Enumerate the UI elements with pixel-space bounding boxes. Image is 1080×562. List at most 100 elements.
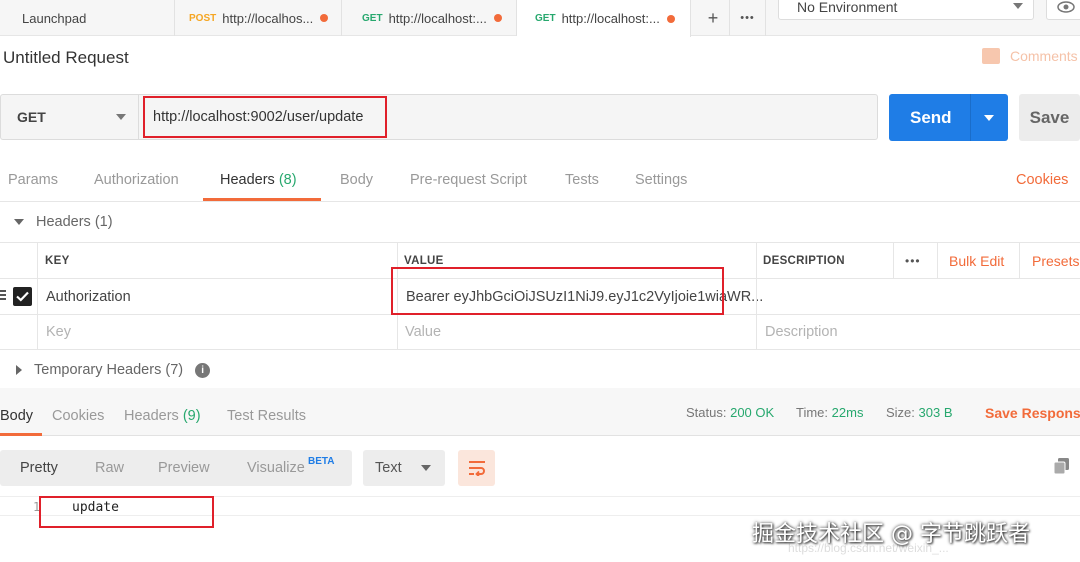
drag-handle-icon[interactable] xyxy=(0,290,6,301)
tab-headers[interactable]: Headers (8) xyxy=(220,172,297,188)
view-pretty[interactable]: Pretty xyxy=(20,460,58,476)
table-row-new: Key Value Description xyxy=(0,314,1080,350)
response-tab-headers[interactable]: Headers (9) xyxy=(124,408,201,424)
tab-label: Body xyxy=(0,408,34,424)
tab-body[interactable]: Body xyxy=(340,172,373,188)
view-visualize[interactable]: Visualize xyxy=(247,460,305,476)
method-value: GET xyxy=(17,109,46,125)
row-enabled-checkbox[interactable] xyxy=(13,279,32,314)
checkmark-icon xyxy=(13,287,32,306)
column-divider xyxy=(37,242,38,350)
tab-label: Params xyxy=(8,172,58,188)
info-icon[interactable]: i xyxy=(195,362,211,378)
bulk-edit-link[interactable]: Bulk Edit xyxy=(949,243,1004,278)
send-button[interactable]: Send xyxy=(889,94,1008,141)
tab-method: GET xyxy=(362,12,383,24)
new-value-input[interactable]: Value xyxy=(405,315,441,349)
tab-request-post[interactable]: POST http://localhos... xyxy=(175,0,342,36)
save-response-button[interactable]: Save Response xyxy=(985,405,1080,421)
time-value: 22ms xyxy=(831,405,864,420)
column-options-button[interactable]: ••• xyxy=(905,243,921,278)
new-key-input[interactable]: Key xyxy=(46,315,71,349)
section-count: (1) xyxy=(94,214,113,230)
request-tabs: Params Authorization Headers (8) Body Pr… xyxy=(0,162,1080,202)
header-key-field[interactable]: Authorization xyxy=(46,279,131,314)
body-highlight-box xyxy=(39,496,214,528)
section-count: (7) xyxy=(165,362,184,378)
more-icon: ••• xyxy=(740,12,755,24)
tab-label: http://localhost:... xyxy=(561,11,660,26)
tab-label: Test Results xyxy=(227,408,306,424)
temporary-headers-toggle[interactable]: Temporary Headers (7) i xyxy=(16,362,211,378)
headers-section-toggle[interactable]: Headers (1) xyxy=(14,214,113,230)
size-value: 303 B xyxy=(918,405,953,420)
presets-link[interactable]: Presets xyxy=(1032,243,1079,278)
column-description: DESCRIPTION xyxy=(763,254,845,267)
view-raw[interactable]: Raw xyxy=(95,460,124,476)
comments-label: Comments xyxy=(1010,48,1078,64)
beta-badge: BETA xyxy=(308,456,335,467)
wrap-lines-button[interactable] xyxy=(458,450,495,486)
tab-count: (9) xyxy=(182,408,201,424)
response-status: Status: 200 OK xyxy=(686,405,774,420)
new-description-input[interactable]: Description xyxy=(765,315,838,349)
tab-label: Tests xyxy=(565,172,599,188)
plus-icon: + xyxy=(707,7,719,28)
response-tab-body[interactable]: Body xyxy=(0,408,33,424)
new-tab-button[interactable]: + xyxy=(697,0,730,36)
copy-icon xyxy=(1053,458,1069,475)
tab-label: Headers xyxy=(124,408,179,424)
view-preview[interactable]: Preview xyxy=(158,460,210,476)
unsaved-dot-icon xyxy=(666,14,675,23)
response-tab-test-results[interactable]: Test Results xyxy=(227,408,306,424)
tab-tests[interactable]: Tests xyxy=(565,172,599,188)
status-label: Status: xyxy=(686,405,727,420)
tab-params[interactable]: Params xyxy=(8,172,58,188)
tab-request-get[interactable]: GET http://localhost:... xyxy=(342,0,517,36)
copy-button[interactable] xyxy=(1052,456,1072,476)
method-select[interactable]: GET xyxy=(1,95,139,139)
tab-authorization[interactable]: Authorization xyxy=(94,172,179,188)
tab-label: Body xyxy=(340,172,374,188)
eye-icon xyxy=(1057,1,1075,13)
unsaved-dot-icon xyxy=(320,14,329,22)
wrap-icon xyxy=(468,461,485,476)
tab-method: GET xyxy=(535,13,556,24)
request-title[interactable]: Untitled Request xyxy=(3,48,129,68)
column-divider xyxy=(1019,242,1020,278)
send-divider xyxy=(970,94,971,141)
active-tab-indicator xyxy=(0,433,42,436)
cookies-link[interactable]: Cookies xyxy=(1016,172,1068,188)
environment-select[interactable]: No Environment xyxy=(778,0,1034,20)
environment-quick-look-button[interactable] xyxy=(1046,0,1080,20)
chevron-down-icon xyxy=(1013,3,1023,9)
chevron-down-icon[interactable] xyxy=(984,115,994,121)
tab-settings[interactable]: Settings xyxy=(635,172,687,188)
watermark: 掘金技术社区 @ 字节跳跃者 xyxy=(752,522,1030,547)
comment-icon xyxy=(982,48,1000,64)
response-tab-cookies[interactable]: Cookies xyxy=(52,408,104,424)
url-bar: GET http://localhost:9002/user/update xyxy=(0,94,878,140)
more-icon: ••• xyxy=(905,253,921,268)
tab-request-get-active[interactable]: GET http://localhost:... xyxy=(517,0,691,37)
comments-button[interactable]: Comments xyxy=(982,48,1078,64)
tab-count: (8) xyxy=(278,172,297,188)
chevron-down-icon xyxy=(421,465,431,471)
tab-label: Cookies xyxy=(52,408,105,424)
format-value: Text xyxy=(375,460,402,476)
url-highlight-box xyxy=(143,96,387,138)
send-label: Send xyxy=(910,108,952,127)
tab-pre-request-script[interactable]: Pre-request Script xyxy=(410,172,527,188)
save-button[interactable]: Save xyxy=(1019,94,1080,141)
column-key: KEY xyxy=(45,254,70,267)
tab-options-button[interactable]: ••• xyxy=(730,0,766,36)
unsaved-dot-icon xyxy=(493,14,502,22)
size-label: Size: xyxy=(886,405,915,420)
view-mode-selector: Pretty Raw Preview Visualize BETA xyxy=(0,450,352,486)
tab-label: http://localhost:... xyxy=(388,10,487,26)
tab-method: POST xyxy=(189,12,217,24)
format-select[interactable]: Text xyxy=(363,450,445,486)
tab-launchpad[interactable]: Launchpad xyxy=(0,0,175,36)
chevron-down-icon xyxy=(116,114,126,120)
tab-label: Headers xyxy=(220,172,275,188)
